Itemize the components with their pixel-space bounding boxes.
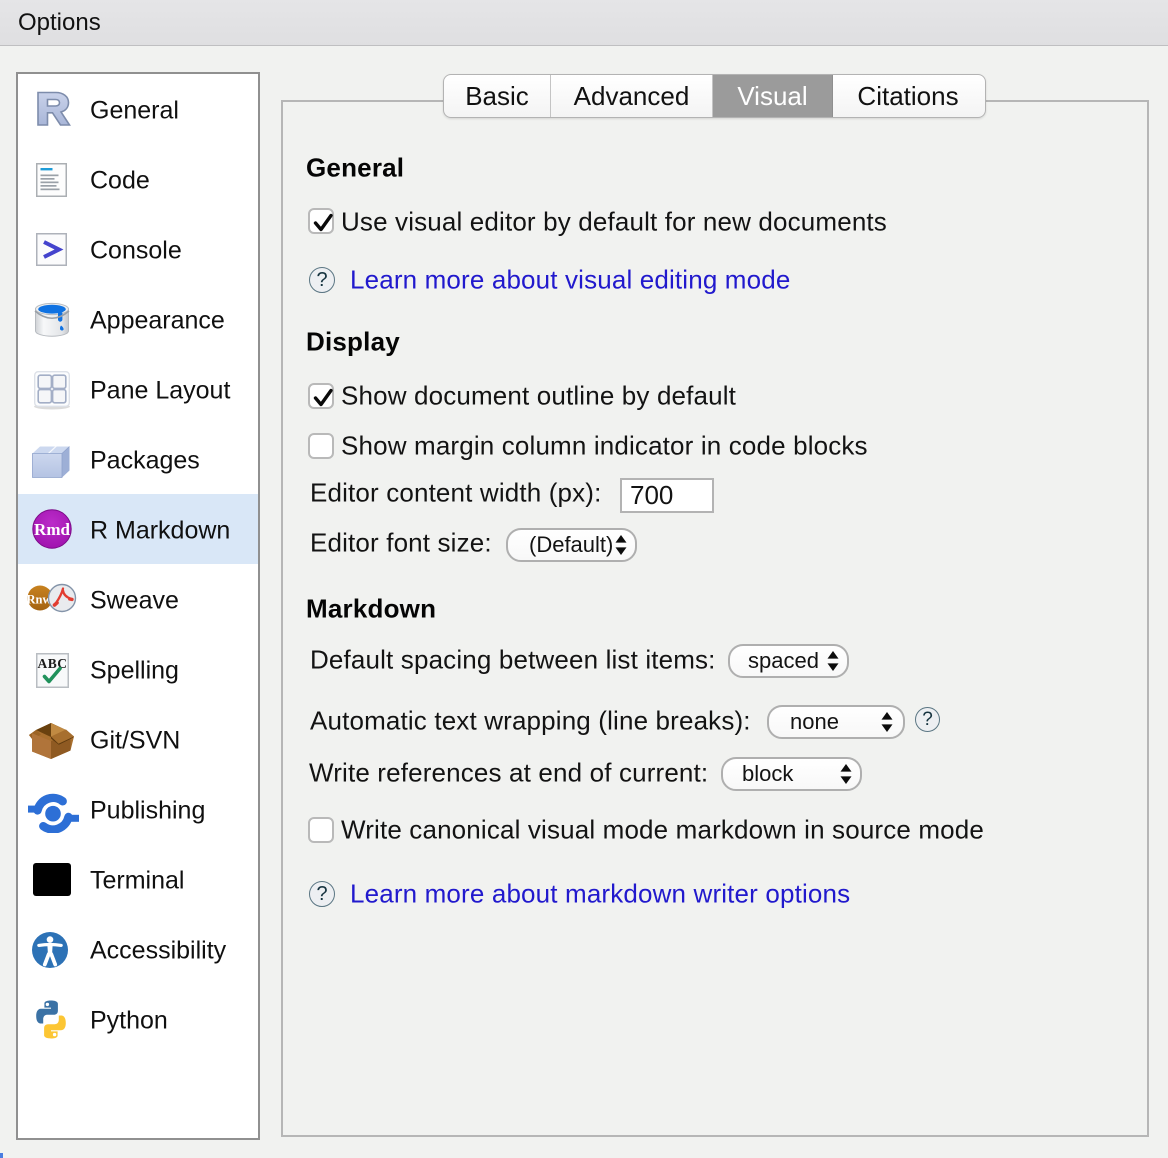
svg-text:ABC: ABC — [37, 656, 67, 671]
svg-text:Rnw: Rnw — [27, 593, 52, 607]
svg-text:Rmd: Rmd — [34, 520, 70, 539]
